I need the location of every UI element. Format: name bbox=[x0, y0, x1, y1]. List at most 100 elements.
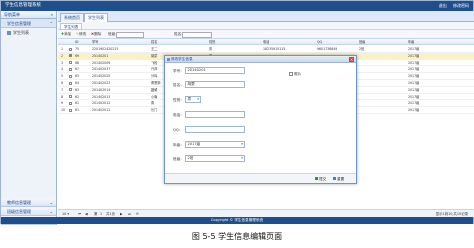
name-filter-input[interactable] bbox=[182, 31, 212, 38]
close-icon[interactable]: × bbox=[349, 57, 354, 62]
cell-num: 2 bbox=[61, 53, 64, 58]
cell-sno: 201402025 bbox=[92, 74, 111, 79]
cell-grade: 2017级 bbox=[408, 87, 420, 92]
row-checkbox[interactable] bbox=[69, 61, 72, 65]
title-bar: 学生信息管理系统 退出 修改密码 bbox=[1, 1, 473, 11]
name-field[interactable]: 胡蒙 bbox=[185, 81, 245, 88]
grade-select[interactable]: 2017级 ▾ bbox=[185, 141, 245, 148]
phone-field[interactable] bbox=[185, 111, 245, 118]
cell-phone: 18235915115 bbox=[263, 47, 286, 51]
class-filter-select[interactable] bbox=[116, 31, 144, 38]
column-header-id[interactable]: ID bbox=[75, 39, 78, 45]
sidebar-section-class[interactable]: 班级信息管理 ⌄ bbox=[1, 207, 56, 216]
phone-label: 电话： bbox=[173, 113, 184, 117]
photo-area[interactable]: 照片 bbox=[289, 72, 301, 77]
add-button[interactable]: ✚添加 bbox=[61, 30, 71, 39]
tab-home[interactable]: 系统首页 bbox=[60, 13, 84, 22]
cell-cls: 2班 bbox=[359, 47, 365, 51]
submit-button[interactable]: 提交 bbox=[315, 176, 326, 182]
edit-student-dialog: 修改学生信息 × 学号： 20140201 姓名： 胡蒙 性别： 男 ▾ 电话：… bbox=[164, 55, 357, 184]
row-checkbox[interactable] bbox=[69, 54, 72, 58]
sno-field[interactable]: 20140201 bbox=[185, 67, 245, 74]
cell-sno: 201402014 bbox=[92, 87, 111, 92]
cell-sno: 201402023 bbox=[92, 81, 111, 85]
cell-sno: 20140201 bbox=[92, 53, 109, 58]
cell-id: 75 bbox=[75, 47, 80, 51]
dialog-title-icon bbox=[166, 58, 170, 61]
column-header-sno[interactable]: 学号 bbox=[92, 39, 98, 45]
table-row[interactable]: 1 75 2201902420215 王二 男 18235915115 9601738849… bbox=[58, 46, 474, 53]
row-checkbox[interactable] bbox=[69, 67, 72, 71]
logout-link[interactable]: 退出 bbox=[439, 3, 447, 8]
submit-icon bbox=[315, 177, 318, 181]
collapse-icon[interactable]: « bbox=[51, 11, 53, 19]
tab-bar: 系统首页 学生列表 bbox=[58, 11, 474, 22]
qq-label: QQ： bbox=[173, 128, 183, 132]
cell-num: 9 bbox=[61, 101, 64, 106]
cell-sno: 201402012 bbox=[92, 101, 111, 106]
column-header-grade[interactable]: 年级 bbox=[408, 39, 414, 45]
row-checkbox[interactable] bbox=[69, 81, 72, 85]
image-icon bbox=[289, 72, 293, 76]
sidebar-section-student[interactable]: 学生信息管理 ⌃ bbox=[1, 19, 56, 28]
cell-sno: 201402013 bbox=[92, 94, 111, 99]
cell-grade: 2017级 bbox=[408, 108, 420, 113]
photo-label: 照片 bbox=[294, 72, 302, 76]
chevron-down-icon: ⌄ bbox=[49, 200, 53, 205]
column-header-sex[interactable]: 性别 bbox=[209, 39, 215, 45]
cell-name: 佩恩斯 bbox=[151, 81, 161, 85]
cell-name: 长门 bbox=[151, 108, 158, 113]
pagination-bar: 10 ▾ ⏮ ◀ 第 1 共1页 ▶ ⏭ ⟳ 显示1到10,共10记录 bbox=[58, 209, 474, 217]
cell-id: 69 bbox=[75, 53, 80, 58]
cell-grade: 2017级 bbox=[408, 101, 420, 106]
sidebar-section-teacher[interactable]: 教师信息管理 ⌄ bbox=[1, 198, 56, 207]
cell-grade: 2017级 bbox=[408, 81, 420, 85]
chevron-down-icon: ▾ bbox=[241, 156, 243, 160]
row-checkbox[interactable] bbox=[69, 47, 72, 51]
cell-id: 61 bbox=[75, 101, 80, 106]
cell-name: 角 bbox=[151, 101, 155, 106]
row-checkbox[interactable] bbox=[69, 74, 72, 78]
row-checkbox[interactable] bbox=[69, 95, 72, 99]
dialog-title: 修改学生信息 bbox=[171, 57, 193, 61]
row-checkbox[interactable] bbox=[69, 88, 72, 92]
column-header-class[interactable]: 班级 bbox=[359, 39, 365, 45]
cell-name: 王二 bbox=[151, 47, 158, 51]
row-checkbox[interactable] bbox=[69, 108, 72, 112]
cell-num: 4 bbox=[61, 67, 64, 72]
cell-num: 8 bbox=[61, 94, 64, 99]
chevron-up-icon: ⌃ bbox=[49, 21, 53, 26]
cell-name: 飞段 bbox=[151, 60, 158, 65]
sub-tab-bar: 学生列表 bbox=[58, 22, 474, 30]
app-title: 学生信息管理系统 bbox=[5, 3, 41, 8]
cell-id: 62 bbox=[75, 94, 80, 99]
cell-name: 小南 bbox=[151, 94, 158, 99]
sidebar: 导航菜单 « 学生信息管理 ⌃ 学生列表 教师信息管理 ⌄ 班级信息管理 ⌄ 系… bbox=[1, 11, 57, 225]
column-header-name[interactable]: 姓名 bbox=[151, 39, 157, 45]
cell-num: 7 bbox=[61, 87, 64, 92]
column-header-phone[interactable]: 电话 bbox=[263, 39, 269, 45]
row-checkbox[interactable] bbox=[69, 101, 72, 105]
edit-button[interactable]: ✎修改 bbox=[76, 30, 86, 39]
table-header: ID 学号 姓名 性别 电话 QQ 班级 年级 bbox=[58, 39, 474, 45]
change-password-link[interactable]: 修改密码 bbox=[453, 3, 469, 8]
cell-id: 67 bbox=[75, 67, 80, 72]
tab-student-list[interactable]: 学生列表 bbox=[84, 13, 108, 22]
class-label: 班级： bbox=[173, 157, 184, 161]
reset-button[interactable]: 重置 bbox=[333, 176, 344, 182]
dialog-button-bar: 提交 重置 bbox=[165, 173, 356, 183]
cell-id: 63 bbox=[75, 87, 80, 92]
class-select[interactable]: 2班 ▾ bbox=[185, 155, 245, 162]
cell-id: 61 bbox=[75, 108, 80, 113]
cell-num: 3 bbox=[61, 60, 64, 65]
panel-title: 学生列表 bbox=[60, 23, 83, 30]
chevron-down-icon: ▾ bbox=[241, 142, 243, 146]
delete-button[interactable]: ✖删除 bbox=[91, 30, 101, 39]
figure-caption: 图 5-5 学生信息编辑页面 bbox=[191, 232, 283, 241]
column-header-qq[interactable]: QQ bbox=[317, 39, 322, 45]
sidebar-item-student-list[interactable]: 学生列表 bbox=[1, 28, 56, 37]
sex-select[interactable]: 男 ▾ bbox=[185, 96, 201, 103]
dialog-titlebar: 修改学生信息 × bbox=[165, 56, 356, 63]
cell-sno: 2201902420215 bbox=[92, 47, 119, 51]
qq-field[interactable] bbox=[185, 126, 245, 133]
